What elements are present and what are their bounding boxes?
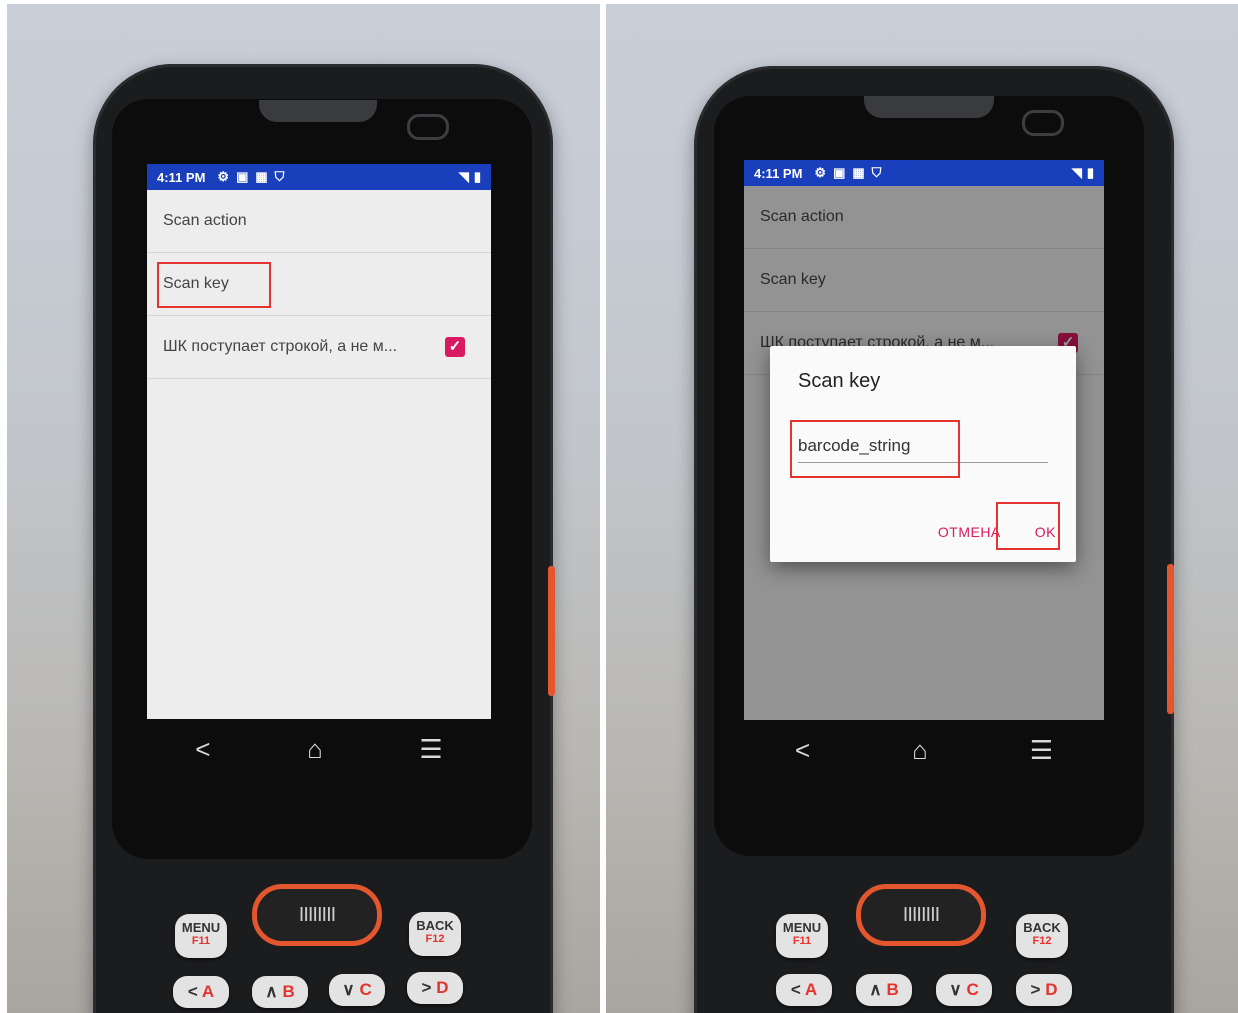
back-key-label: BACK: [416, 918, 454, 933]
menu-key-fn: F11: [191, 935, 211, 947]
back-key-label: BACK: [1023, 920, 1061, 935]
battery-icon: ▮: [473, 169, 481, 184]
wifi-icon: ◥: [458, 169, 469, 184]
key-c: ∨ C: [329, 974, 385, 1006]
back-icon[interactable]: <: [195, 734, 210, 765]
shield-icon: ⛉: [274, 169, 285, 184]
menu-key-label: MENU: [181, 920, 221, 935]
back-key: BACK F12: [1016, 914, 1068, 958]
earpiece-speaker: [259, 100, 377, 122]
scan-trigger-button: IIIIIIII: [856, 884, 986, 946]
earpiece-speaker: [864, 96, 994, 118]
sim-icon: ▣: [833, 165, 846, 180]
right-photo-panel: 4:11 PM ⚙ ▣ ▦ ⛉ ◥ ▮ Scan action Scan key…: [606, 4, 1238, 1013]
side-scan-button: [1167, 564, 1174, 714]
status-time: 4:11 PM: [157, 169, 206, 185]
scan-key-input[interactable]: barcode_string: [798, 436, 1048, 463]
key-a: < A: [776, 974, 832, 1006]
gear-icon: ⚙: [217, 169, 230, 184]
dialog-title: Scan key: [798, 370, 881, 392]
pref-scan-key[interactable]: Scan key: [147, 253, 491, 316]
status-bar: 4:11 PM ⚙ ▣ ▦ ⛉ ◥ ▮: [147, 164, 491, 190]
pref-barcode-as-string[interactable]: ШК поступает строкой, а не м... ✓: [147, 316, 491, 379]
nav-bar: < ⌂ ☰: [147, 719, 491, 779]
home-icon[interactable]: ⌂: [307, 734, 323, 765]
status-bar: 4:11 PM ⚙ ▣ ▦ ⛉ ◥ ▮: [744, 160, 1104, 186]
key-d: > D: [1016, 974, 1072, 1006]
battery-icon: ▮: [1086, 165, 1094, 180]
back-key-fn: F12: [1032, 935, 1052, 947]
recents-icon[interactable]: ☰: [1030, 735, 1053, 766]
keyboard-icon: ▦: [852, 165, 865, 180]
recents-icon[interactable]: ☰: [419, 734, 442, 765]
key-c: ∨ C: [936, 974, 992, 1006]
wifi-icon: ◥: [1071, 165, 1082, 180]
checkbox-checked-icon[interactable]: ✓: [445, 337, 465, 357]
menu-key: MENU F11: [175, 914, 227, 958]
key-a: < A: [173, 976, 229, 1008]
side-scan-button: [548, 566, 555, 696]
left-photo-panel: 4:11 PM ⚙ ▣ ▦ ⛉ ◥ ▮ Scan action Scan key…: [7, 4, 600, 1013]
back-key: BACK F12: [409, 912, 461, 956]
key-d: > D: [407, 972, 463, 1004]
sim-icon: ▣: [236, 169, 249, 184]
front-camera: [407, 114, 449, 140]
gear-icon: ⚙: [814, 165, 827, 180]
scan-trigger-button: IIIIIIII: [252, 884, 382, 946]
pref-label: Scan action: [163, 212, 247, 229]
ok-button[interactable]: OK: [1035, 524, 1056, 540]
device-screen: 4:11 PM ⚙ ▣ ▦ ⛉ ◥ ▮ Scan action Scan key…: [147, 164, 491, 719]
key-b: ∧ B: [252, 976, 308, 1008]
keyboard-icon: ▦: [255, 169, 268, 184]
scan-key-dialog: Scan key barcode_string ОТМЕНА OK: [770, 346, 1076, 562]
pref-label: Scan key: [163, 275, 229, 292]
front-camera: [1022, 110, 1064, 136]
home-icon[interactable]: ⌂: [912, 735, 928, 766]
shield-icon: ⛉: [871, 165, 882, 180]
back-key-fn: F12: [425, 933, 445, 945]
status-time: 4:11 PM: [754, 165, 803, 181]
cancel-button[interactable]: ОТМЕНА: [938, 524, 1001, 540]
key-b: ∧ B: [856, 974, 912, 1006]
pref-scan-action[interactable]: Scan action: [147, 190, 491, 253]
pref-label: ШК поступает строкой, а не м...: [163, 338, 398, 355]
menu-key: MENU F11: [776, 914, 828, 958]
back-icon[interactable]: <: [795, 735, 810, 766]
nav-bar: < ⌂ ☰: [744, 720, 1104, 780]
menu-key-fn: F11: [792, 935, 812, 947]
menu-key-label: MENU: [782, 920, 822, 935]
device-screen: 4:11 PM ⚙ ▣ ▦ ⛉ ◥ ▮ Scan action Scan key…: [744, 160, 1104, 720]
